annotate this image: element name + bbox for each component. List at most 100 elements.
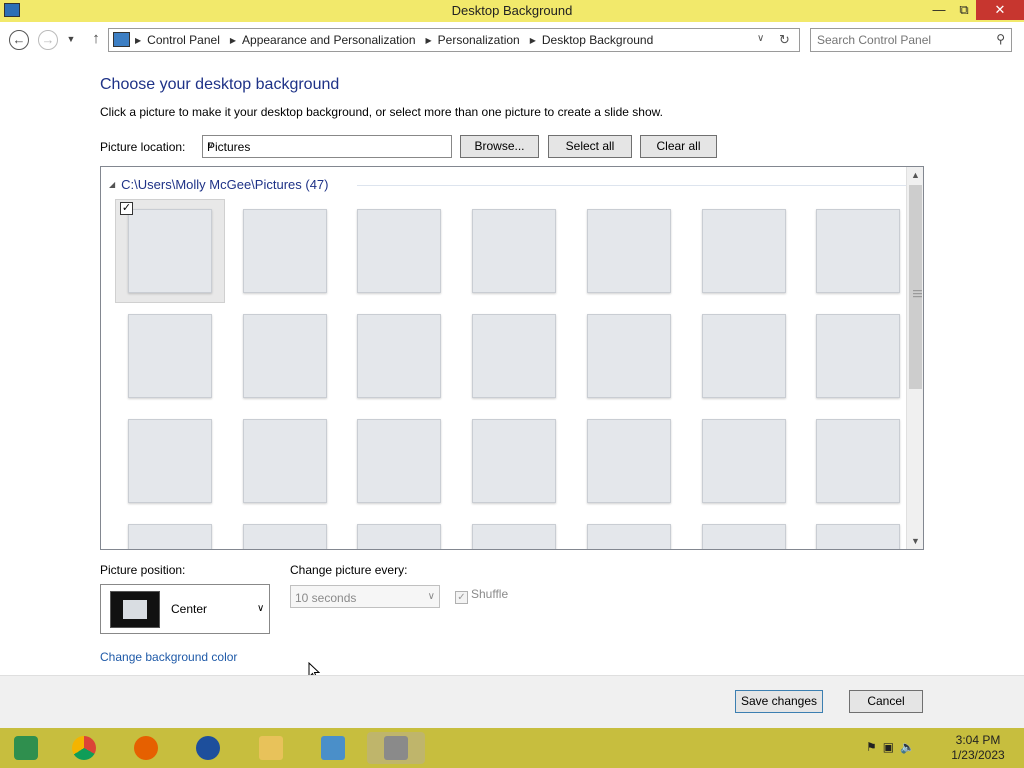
wallpaper-thumbnail[interactable] <box>689 514 799 549</box>
maximize-button[interactable]: ⧉ <box>952 0 976 20</box>
close-button[interactable]: ✕ <box>976 0 1024 20</box>
thumbnail-checkbox[interactable]: ✓ <box>120 202 133 215</box>
wallpaper-thumbnail[interactable] <box>574 304 684 408</box>
taskbar-firefox-icon[interactable] <box>129 732 163 764</box>
wallpaper-thumbnail[interactable] <box>689 409 799 513</box>
wallpaper-thumbnail[interactable] <box>115 304 225 408</box>
wallpaper-thumbnail[interactable] <box>803 199 913 303</box>
taskbar-clock[interactable]: 3:04 PM 1/23/2023 <box>940 733 1016 763</box>
thumbnail-placeholder <box>472 209 557 293</box>
taskbar-chrome-icon[interactable] <box>67 732 101 764</box>
wallpaper-thumbnail[interactable] <box>574 514 684 549</box>
page-title: Choose your desktop background <box>100 76 340 93</box>
breadcrumb-item[interactable]: ▶ Appearance and Personalization <box>230 33 416 47</box>
wallpaper-thumbnail[interactable] <box>689 304 799 408</box>
change-interval-select[interactable]: 10 seconds ∨ <box>290 585 440 608</box>
wallpaper-thumbnail[interactable] <box>344 199 454 303</box>
wallpaper-thumbnail[interactable] <box>459 409 569 513</box>
thumbnail-placeholder <box>816 209 901 293</box>
picture-location-label: Picture location: <box>100 140 186 154</box>
wallpaper-thumbnail[interactable] <box>459 304 569 408</box>
shuffle-checkbox[interactable]: ✓ Shuffle <box>455 587 508 604</box>
wallpaper-thumbnail[interactable] <box>574 409 684 513</box>
dialog-footer: Save changes Cancel <box>0 675 1024 728</box>
taskbar-app-icon[interactable] <box>191 732 225 764</box>
taskbar: ⚑▣🔈 3:04 PM 1/23/2023 <box>0 728 1024 768</box>
thumbnail-placeholder <box>701 419 786 503</box>
thumbnail-placeholder <box>242 524 327 549</box>
group-divider <box>357 185 907 186</box>
thumbnail-placeholder <box>357 314 442 398</box>
system-tray[interactable]: ⚑▣🔈 <box>866 740 921 754</box>
cancel-button[interactable]: Cancel <box>849 690 923 713</box>
taskbar-file-explorer-icon[interactable] <box>254 732 288 764</box>
address-dropdown-icon[interactable]: ∨ <box>757 33 764 44</box>
minimize-button[interactable]: — <box>926 0 952 20</box>
change-background-color-link[interactable]: Change background color <box>100 650 237 664</box>
scrollbar-thumb[interactable]: — — — <box>909 185 922 389</box>
save-changes-button[interactable]: Save changes <box>735 690 823 713</box>
taskbar-photos-icon[interactable] <box>316 732 350 764</box>
browse-button[interactable]: Browse... <box>460 135 539 158</box>
wallpaper-thumbnail[interactable] <box>459 514 569 549</box>
wallpaper-thumbnail[interactable] <box>344 409 454 513</box>
title-bar: Desktop Background — ⧉ ✕ <box>0 0 1024 22</box>
picture-gallery[interactable]: ◢ C:\Users\Molly McGee\Pictures (47) ✓ <box>100 166 924 550</box>
taskbar-date: 1/23/2023 <box>951 748 1005 762</box>
picture-position-select[interactable]: Center ∨ <box>100 584 270 634</box>
picture-location-select[interactable]: Pictures ∨ <box>202 135 452 158</box>
picture-position-value: Center <box>171 602 208 616</box>
wallpaper-thumbnail[interactable] <box>803 514 913 549</box>
thumbnail-placeholder <box>472 524 557 549</box>
gallery-group-header[interactable]: ◢ C:\Users\Molly McGee\Pictures (47) <box>109 177 328 192</box>
wallpaper-thumbnail[interactable] <box>230 514 340 549</box>
breadcrumb-item[interactable]: ▶ Personalization <box>426 33 520 47</box>
wallpaper-thumbnail[interactable] <box>230 199 340 303</box>
search-box[interactable]: ⚲ <box>810 28 1012 52</box>
wallpaper-thumbnail[interactable] <box>344 304 454 408</box>
select-all-button[interactable]: Select all <box>548 135 632 158</box>
thumbnail-placeholder <box>357 419 442 503</box>
wallpaper-thumbnail[interactable] <box>115 514 225 549</box>
refresh-icon[interactable]: ↻ <box>779 32 790 48</box>
gallery-scrollbar[interactable]: ▲ — — — ▼ <box>906 167 923 549</box>
search-input[interactable] <box>817 32 985 48</box>
wallpaper-thumbnail[interactable] <box>115 409 225 513</box>
clear-all-button[interactable]: Clear all <box>640 135 717 158</box>
wallpaper-thumbnail[interactable] <box>689 199 799 303</box>
breadcrumb: ▶ Control Panel ▶ Appearance and Personali… <box>135 33 663 47</box>
volume-icon: 🔈 <box>900 740 922 754</box>
collapse-triangle-icon: ◢ <box>109 180 116 189</box>
scroll-up-arrow[interactable]: ▲ <box>907 167 924 183</box>
thumbnail-placeholder <box>472 419 557 503</box>
address-bar[interactable]: ▶ Control Panel ▶ Appearance and Personali… <box>108 28 800 52</box>
network-icon: ▣ <box>882 740 901 754</box>
wallpaper-thumbnail[interactable] <box>459 199 569 303</box>
wallpaper-thumbnail[interactable] <box>230 304 340 408</box>
up-button[interactable]: ↑ <box>86 30 106 50</box>
wallpaper-thumbnail[interactable] <box>803 304 913 408</box>
breadcrumb-item[interactable]: ▶ Control Panel <box>135 33 220 47</box>
chevron-down-icon: ∨ <box>207 140 215 151</box>
wallpaper-thumbnail[interactable] <box>230 409 340 513</box>
search-icon[interactable]: ⚲ <box>996 32 1005 46</box>
wallpaper-thumbnail[interactable] <box>803 409 913 513</box>
navigation-bar: ← → ▼ ↑ ▶ Control Panel ▶ Appearance and P… <box>0 22 1024 58</box>
position-preview-icon <box>110 591 160 628</box>
recent-locations-button[interactable]: ▼ <box>64 30 78 50</box>
thumbnail-placeholder <box>128 314 212 398</box>
thumbnail-placeholder <box>701 524 786 549</box>
taskbar-control-panel-icon[interactable] <box>367 732 425 764</box>
taskbar-start-icon[interactable] <box>9 732 43 764</box>
scroll-down-arrow[interactable]: ▼ <box>907 533 924 549</box>
change-interval-label: Change picture every: <box>290 563 408 577</box>
back-button[interactable]: ← <box>9 30 29 50</box>
forward-button[interactable]: → <box>38 30 58 50</box>
thumbnail-placeholder <box>242 314 327 398</box>
thumbnail-placeholder <box>128 419 212 503</box>
wallpaper-thumbnail[interactable] <box>574 199 684 303</box>
wallpaper-thumbnail[interactable]: ✓ <box>115 199 225 303</box>
thumbnail-placeholder <box>242 209 327 293</box>
wallpaper-thumbnail[interactable] <box>344 514 454 549</box>
breadcrumb-item[interactable]: ▶ Desktop Background <box>530 33 654 47</box>
